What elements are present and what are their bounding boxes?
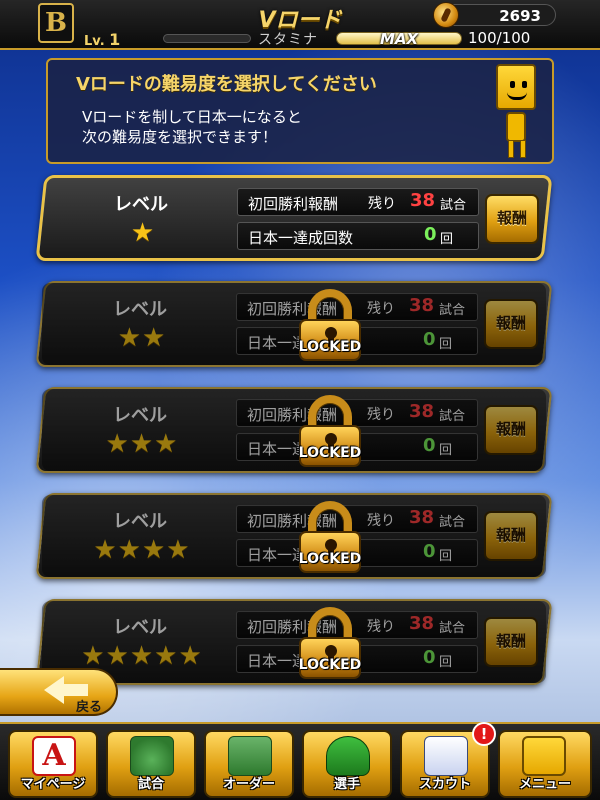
scout-icon [424,736,468,776]
nav-menu[interactable]: メニュー [498,730,592,798]
level-number: 1 [109,30,121,49]
back-label: 戻る [76,700,103,715]
padlock-icon: LOCKED [297,289,363,365]
player-icon [326,736,370,776]
back-button[interactable]: 戻る [0,668,118,716]
locked-label: LOCKED [298,339,362,355]
notification-badge: ! [472,722,496,746]
instruction-panel: Vロードの難易度を選択してください Vロードを制して日本一になると 次の難易度を… [46,58,554,164]
level-row-4[interactable]: レベル ★★★★ 初回勝利報酬 残り 38 試合 日本一達成回数 0 回 報酬 … [35,493,553,579]
nav-label: スカウト [418,777,471,792]
stamina-bar: MAX [336,30,462,48]
instruction-title: Vロードの難易度を選択してください [76,74,377,95]
level-prefix: Lv. [84,34,105,49]
champion-count-value: 0 [424,224,437,245]
top-status-bar: B Vロード 2693 Lv. 1 スタミナ MAX 100/100 [0,0,600,50]
reward-button[interactable]: 報酬 [485,194,539,244]
nav-label: メニュー [518,777,571,792]
stadium-icon [130,736,174,776]
star-rating-icon: ★ [130,218,156,248]
first-win-reward-box: 初回勝利報酬 残り 38 試合 [237,188,479,216]
locked-label: LOCKED [298,657,362,673]
locked-label: LOCKED [298,445,362,461]
player-level: Lv. 1 [84,30,120,49]
nav-player[interactable]: 選手 [302,730,392,798]
instruction-line-2: 次の難易度を選択できます！ [82,128,278,146]
champion-count-box: 日本一達成回数 0 回 [237,222,479,250]
nav-label: マイページ [20,777,86,792]
nav-label: 選手 [333,777,360,792]
mascot-icon [488,64,546,160]
order-field-icon [228,736,272,776]
level-row-5[interactable]: レベル ★★★★★ 初回勝利報酬 残り 38 試合 日本一達成回数 0 回 報酬… [35,599,553,685]
remaining-label: 残り [368,196,396,212]
stamina-label: スタミナ [258,32,318,48]
experience-bar [163,34,251,43]
champion-count-label: 日本一達成回数 [248,229,354,247]
nav-label: 試合 [137,777,164,792]
letter-a-icon: A [32,736,76,776]
first-win-reward-label: 初回勝利報酬 [248,195,339,213]
nav-game[interactable]: 試合 [106,730,196,798]
count-unit: 回 [440,232,454,247]
nav-order[interactable]: オーダー [204,730,294,798]
locked-label: LOCKED [298,551,362,567]
padlock-icon: LOCKED [297,501,363,577]
nav-label: オーダー [222,777,275,792]
instruction-line-1: Vロードを制して日本一になると [82,108,302,126]
stamina-max-label: MAX [379,30,419,48]
stamina-value: 100/100 [468,29,531,47]
level-row-3[interactable]: レベル ★★★ 初回勝利報酬 残り 38 試合 日本一達成回数 0 回 報酬 L… [35,387,553,473]
padlock-icon: LOCKED [297,607,363,683]
padlock-icon: LOCKED [297,395,363,471]
gold-value: 2693 [499,7,541,25]
back-arrow-icon [44,676,64,704]
gold-display: 2693 [433,2,556,28]
bottom-navigation: A マイページ 試合 オーダー 選手 スカウト ! メニュー [0,722,600,800]
level-row-1[interactable]: レベル ★ 初回勝利報酬 残り 38 試合 日本一達成回数 0 回 報酬 [35,175,553,261]
nav-scout[interactable]: スカウト ! [400,722,496,798]
remaining-games-value: 38 [410,190,436,211]
level-row-2[interactable]: レベル ★★ 初回勝利報酬 残り 38 試合 日本一達成回数 0 回 報酬 LO… [35,281,553,367]
gold-bat-icon [433,2,459,28]
games-unit: 試合 [440,198,467,213]
menu-mascot-icon [522,736,566,776]
level-label: レベル [114,194,168,215]
nav-mypage[interactable]: A マイページ [8,730,98,798]
